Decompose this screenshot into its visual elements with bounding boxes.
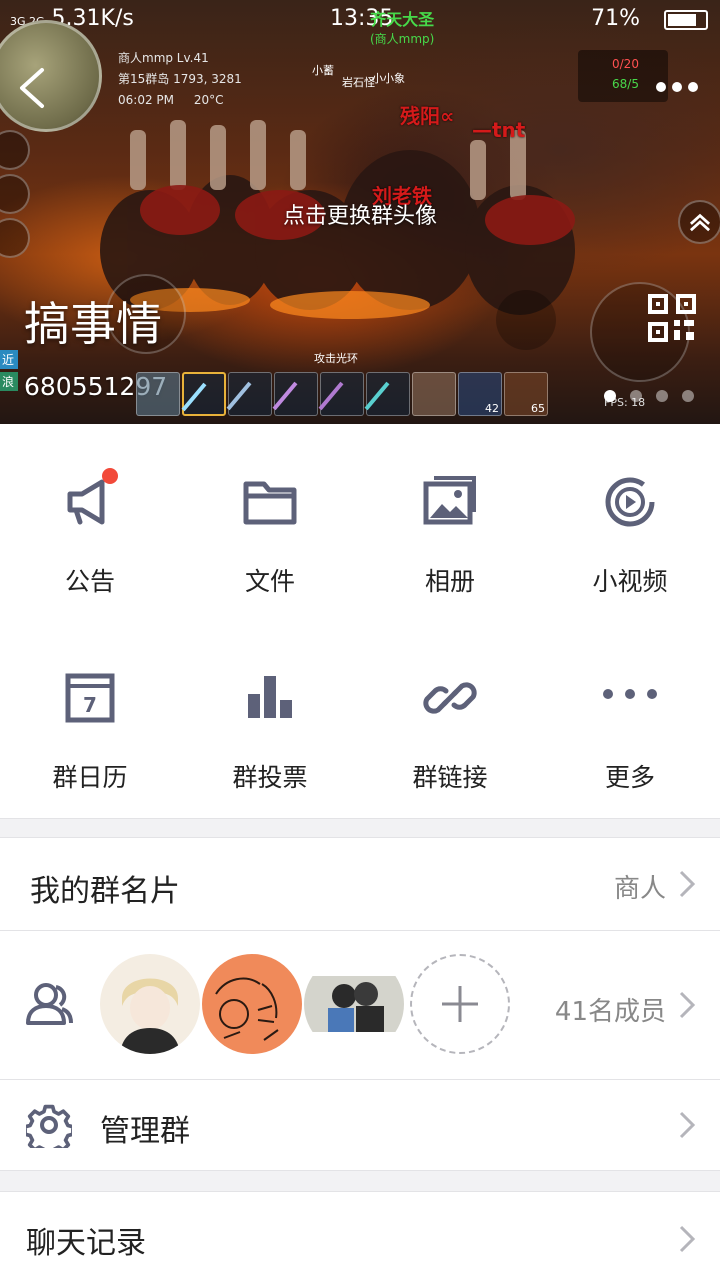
grid-item-label: 更多 — [604, 763, 655, 792]
grid-item-label: 群投票 — [232, 763, 308, 792]
chevron-right-icon — [679, 1225, 696, 1253]
grid-item-vote[interactable]: 群投票 — [180, 668, 360, 794]
section-separator — [0, 818, 720, 838]
chevron-right-icon — [679, 870, 696, 898]
item-slot — [226, 372, 272, 416]
change-avatar-hint[interactable]: 点击更换群头像 — [0, 198, 720, 230]
item-slot — [364, 372, 410, 416]
calendar-day: 7 — [83, 693, 97, 717]
my-group-card-row[interactable]: 我的群名片 商人 — [0, 838, 720, 930]
npc-name-2: 岩石怪 — [342, 76, 375, 89]
grid-item-calendar[interactable]: 7 群日历 — [0, 668, 180, 794]
my-group-card-title: 我的群名片 — [30, 874, 180, 909]
avatar[interactable] — [100, 954, 200, 1054]
members-icon — [26, 983, 73, 1025]
top-center-sub: (商人mmp) — [370, 32, 435, 46]
plus-icon — [442, 986, 478, 1022]
tag-near: 近 — [0, 350, 19, 369]
slot-count: 42 — [485, 402, 499, 415]
status-bar: 3G 2G 5.31K/s 13:35 71% — [0, 0, 720, 40]
attack-label: 攻击光环 — [314, 352, 358, 365]
calendar-icon: 7 — [60, 668, 120, 728]
link-icon — [420, 668, 480, 728]
more-dots-icon — [600, 668, 660, 728]
item-slot-selected — [181, 372, 226, 416]
player-name: 商人mmp Lv.41 — [118, 51, 209, 65]
group-header-banner[interactable]: 3G 2G 5.31K/s 13:35 71% 商人mmp Lv.41 第15群… — [0, 0, 720, 424]
my-group-card-value: 商人 — [613, 874, 666, 904]
megaphone-icon — [60, 468, 120, 532]
player-time: 06:02 PM — [118, 93, 174, 107]
item-slot — [272, 372, 318, 416]
game-item-bar: 42 65 — [136, 372, 548, 418]
grid-item-link[interactable]: 群链接 — [360, 668, 540, 794]
grid-item-label: 公告 — [64, 567, 115, 596]
grid-item-more[interactable]: 更多 — [540, 668, 720, 794]
grid-item-label: 群链接 — [412, 763, 488, 792]
photo-album-icon — [420, 472, 480, 532]
add-member-button[interactable] — [410, 954, 510, 1054]
grid-item-label: 相册 — [424, 567, 475, 596]
qr-code-icon[interactable] — [648, 294, 696, 342]
grid-item-announcement[interactable]: 公告 — [0, 468, 180, 598]
grid-item-label: 群日历 — [52, 763, 128, 792]
avatar[interactable] — [304, 954, 404, 1054]
player-location: 第15群岛 1793, 3281 — [118, 72, 242, 86]
item-slot — [318, 372, 364, 416]
unread-badge — [102, 468, 118, 484]
member-count: 41名成员 — [554, 997, 666, 1027]
back-arrow-icon[interactable] — [14, 66, 50, 110]
grid-item-files[interactable]: 文件 — [180, 472, 360, 598]
player-tag-red-1: 残阳∝ — [400, 104, 455, 128]
item-slot — [136, 372, 180, 416]
chevron-right-icon — [679, 991, 696, 1019]
page-dot — [682, 390, 694, 402]
feature-grid: 公告 文件 相册 小视频 7 群日历 群投票 群链接 更多 — [0, 424, 720, 818]
skill-button-circle — [496, 290, 556, 350]
folder-icon — [240, 472, 300, 532]
chat-history-title: 聊天记录 — [26, 1226, 146, 1261]
section-separator — [0, 1170, 720, 1192]
top-center-label: 齐天大圣 (商人mmp) — [370, 6, 434, 47]
top-more-dots — [656, 82, 698, 92]
grid-item-label: 小视频 — [592, 567, 668, 596]
gear-icon — [26, 1104, 72, 1148]
chevron-right-icon — [679, 1111, 696, 1139]
manage-group-row[interactable]: 管理群 — [0, 1080, 720, 1170]
grid-item-label: 文件 — [244, 567, 295, 596]
player-tag-red-2: —tnt — [472, 118, 526, 142]
player-info: 商人mmp Lv.41 第15群岛 1793, 3281 06:02 PM 20… — [118, 48, 242, 111]
video-play-icon — [600, 472, 660, 532]
bar-chart-icon — [240, 668, 300, 728]
side-button-1 — [0, 130, 30, 170]
page-dot — [630, 390, 642, 402]
chat-history-row[interactable]: 聊天记录 — [0, 1192, 720, 1280]
top-center-title: 齐天大圣 — [370, 10, 435, 29]
group-name: 搞事情 — [24, 297, 162, 351]
tag-wave: 浪 — [0, 372, 19, 391]
npc-name-3: 小小象 — [372, 72, 405, 85]
player-temp: 20°C — [193, 93, 224, 107]
grid-item-album[interactable]: 相册 — [360, 472, 540, 598]
npc-name-1: 小蓄 — [312, 64, 334, 77]
grid-item-short-video[interactable]: 小视频 — [540, 472, 720, 598]
page-dot-active — [604, 390, 616, 402]
item-slot: 42 — [458, 372, 502, 416]
slot-count: 65 — [531, 402, 545, 415]
manage-group-title: 管理群 — [100, 1114, 190, 1149]
page-dot — [656, 390, 668, 402]
hud-top-value: 0/20 — [612, 57, 639, 71]
battery-percent: 71% — [591, 6, 640, 31]
hud-resources: 0/20 68/5 — [578, 50, 668, 102]
banner-page-indicator — [604, 390, 694, 402]
item-slot — [412, 372, 456, 416]
avatar[interactable] — [202, 954, 302, 1054]
battery-icon — [664, 10, 708, 30]
item-slot: 65 — [504, 372, 548, 416]
